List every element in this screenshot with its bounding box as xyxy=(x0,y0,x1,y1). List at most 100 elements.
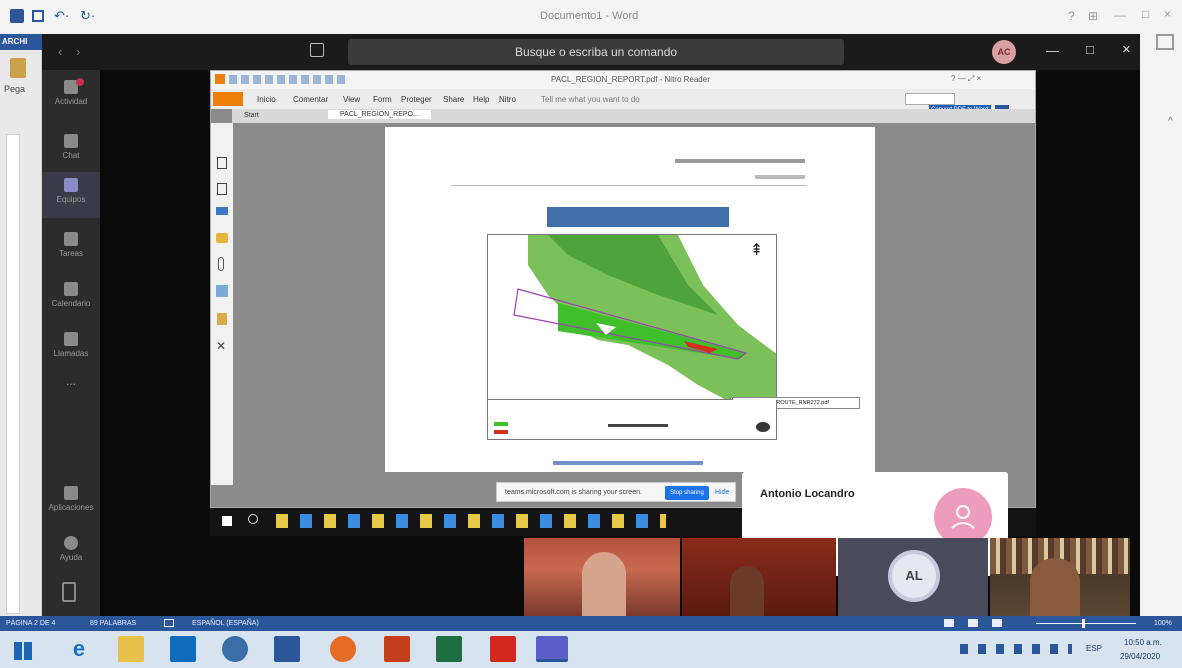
tray-language[interactable]: ESP xyxy=(1086,644,1102,653)
proofing-icon[interactable] xyxy=(164,619,174,627)
rail-item-calls[interactable]: Llamadas xyxy=(42,326,100,372)
rail-item-calendar[interactable]: Calendario xyxy=(42,276,100,322)
pdf-window-controls[interactable]: ? — ⤢ × xyxy=(951,74,981,84)
device-icon[interactable] xyxy=(62,582,76,602)
file-tab[interactable]: ARCHI xyxy=(0,34,42,50)
taskbar-acrobat-icon[interactable] xyxy=(490,636,516,662)
word-help-icon[interactable]: ? xyxy=(1068,9,1075,23)
layers-icon[interactable] xyxy=(216,285,228,297)
ribbon-tab[interactable]: Inicio xyxy=(257,95,276,104)
teams-maximize-icon[interactable]: □ xyxy=(1086,42,1094,57)
video-tile-4[interactable] xyxy=(990,538,1130,616)
rail-item-assignments[interactable]: Tareas xyxy=(42,226,100,272)
teams-search-box[interactable]: Busque o escriba un comando xyxy=(348,39,844,65)
save-icon[interactable] xyxy=(32,10,44,22)
video-tile-2[interactable] xyxy=(682,538,836,616)
word-document-title: Documento1 - Word xyxy=(540,10,639,22)
status-page[interactable]: PÁGINA 2 DE 4 xyxy=(6,620,55,627)
user-initials: AC xyxy=(997,47,1011,57)
teams-close-icon[interactable]: × xyxy=(1122,41,1131,58)
zoom-slider[interactable] xyxy=(1036,623,1136,624)
stop-sharing-button[interactable]: Stop sharing xyxy=(665,486,709,500)
attachments-icon[interactable] xyxy=(218,257,224,271)
ribbon-tab[interactable]: Help xyxy=(473,95,489,104)
video-tile-3[interactable]: AL xyxy=(838,538,988,616)
word-maximize-icon[interactable]: □ xyxy=(1142,7,1149,21)
view-icons[interactable] xyxy=(944,619,1014,627)
rail-item-help[interactable]: Ayuda xyxy=(42,530,100,576)
ribbon-tab[interactable]: Comentar xyxy=(293,95,328,104)
pdf-search-box[interactable] xyxy=(905,93,955,105)
rail-item-teams[interactable]: Equipos xyxy=(42,172,100,218)
signatures-icon[interactable] xyxy=(216,207,228,215)
zoom-slider-thumb[interactable] xyxy=(1082,619,1085,628)
bookmarks-icon[interactable] xyxy=(217,183,227,195)
security-icon[interactable] xyxy=(217,313,227,325)
tray-date[interactable]: 29/04/2020 xyxy=(1120,652,1160,661)
video-tile-1[interactable] xyxy=(524,538,680,616)
taskbar-edge-icon[interactable]: e xyxy=(66,636,92,662)
figure-link-text[interactable] xyxy=(553,461,703,465)
file-tab-orange[interactable] xyxy=(213,92,243,106)
pdf-doc-tabs: Start PACL_REGION_REPO... xyxy=(232,109,1035,123)
hide-button[interactable]: Hide xyxy=(715,489,729,496)
word-account-icon[interactable] xyxy=(1156,34,1174,50)
status-language[interactable]: ESPAÑOL (ESPAÑA) xyxy=(192,620,259,627)
ribbon-tab[interactable]: Proteger xyxy=(401,95,432,104)
tray-icons[interactable] xyxy=(960,644,1072,654)
status-words[interactable]: 89 PALABRAS xyxy=(90,620,136,627)
chat-icon xyxy=(64,134,78,148)
tab-document[interactable]: PACL_REGION_REPO... xyxy=(328,110,431,119)
taskbar-word-icon[interactable] xyxy=(274,636,300,662)
tray-time[interactable]: 10:50 a.m. xyxy=(1124,638,1162,647)
rail-label: Actividad xyxy=(54,97,88,106)
video-person-4 xyxy=(1030,558,1080,616)
initials-avatar: AL xyxy=(888,550,940,602)
word-ribbon-options-icon[interactable]: ⊞ xyxy=(1088,9,1098,23)
word-close-icon[interactable]: × xyxy=(1164,7,1171,21)
redo-icon[interactable]: ↻· xyxy=(80,8,95,24)
shared-start-icon xyxy=(222,516,232,526)
legend-swatch-red xyxy=(494,430,508,434)
taskbar-teams-icon[interactable] xyxy=(536,636,568,662)
assignments-icon xyxy=(64,232,78,246)
ribbon-collapse-icon[interactable]: ^ xyxy=(1168,116,1173,127)
pdf-title-bar: PACL_REGION_REPORT.pdf - Nitro Reader ? … xyxy=(211,71,1035,89)
taskbar-clock-icon[interactable] xyxy=(222,636,248,662)
taskbar-excel-icon[interactable] xyxy=(436,636,462,662)
ribbon-tab[interactable]: Form xyxy=(373,95,392,104)
rail-item-activity[interactable]: Actividad xyxy=(42,74,100,120)
comments-icon[interactable] xyxy=(216,233,228,243)
rail-item-apps[interactable]: Aplicaciones xyxy=(42,480,100,526)
tab-start[interactable]: Start xyxy=(244,112,259,119)
ribbon-tab[interactable]: Share xyxy=(443,95,464,104)
pages-icon[interactable] xyxy=(217,157,227,169)
back-icon[interactable]: ‹ xyxy=(58,44,62,59)
taskbar-powerpoint-icon[interactable] xyxy=(384,636,410,662)
undo-icon[interactable]: ↶· xyxy=(54,8,69,24)
tell-me-box[interactable]: Tell me what you want to do xyxy=(541,95,640,104)
rail-item-chat[interactable]: Chat xyxy=(42,128,100,174)
ribbon-tab[interactable]: Nitro xyxy=(499,95,516,104)
forward-icon[interactable]: › xyxy=(76,44,80,59)
rail-item-more[interactable]: ... xyxy=(42,374,100,420)
tools-icon[interactable]: ✕ xyxy=(216,339,226,353)
windows-start-icon[interactable] xyxy=(14,642,32,660)
logo-emblem xyxy=(756,422,770,432)
teams-minimize-icon[interactable]: — xyxy=(1046,43,1059,58)
ribbon-tab[interactable]: View xyxy=(343,95,360,104)
taskbar-outlook-icon[interactable] xyxy=(170,636,196,662)
taskbar-firefox-icon[interactable] xyxy=(330,636,356,662)
user-avatar[interactable]: AC xyxy=(992,40,1016,64)
word-logo-icon xyxy=(10,9,24,23)
shared-search-icon xyxy=(248,514,258,524)
compose-icon[interactable] xyxy=(310,43,324,57)
word-minimize-icon[interactable]: — xyxy=(1114,8,1126,22)
pdf-window-title: PACL_REGION_REPORT.pdf - Nitro Reader xyxy=(551,75,710,84)
zoom-level[interactable]: 100% xyxy=(1154,620,1172,627)
paste-icon[interactable] xyxy=(10,58,26,78)
rail-label: Llamadas xyxy=(53,349,89,358)
taskbar-explorer-icon[interactable] xyxy=(118,636,144,662)
paste-label: Pega xyxy=(4,84,26,94)
north-arrow-icon: ⇞ xyxy=(750,240,763,259)
